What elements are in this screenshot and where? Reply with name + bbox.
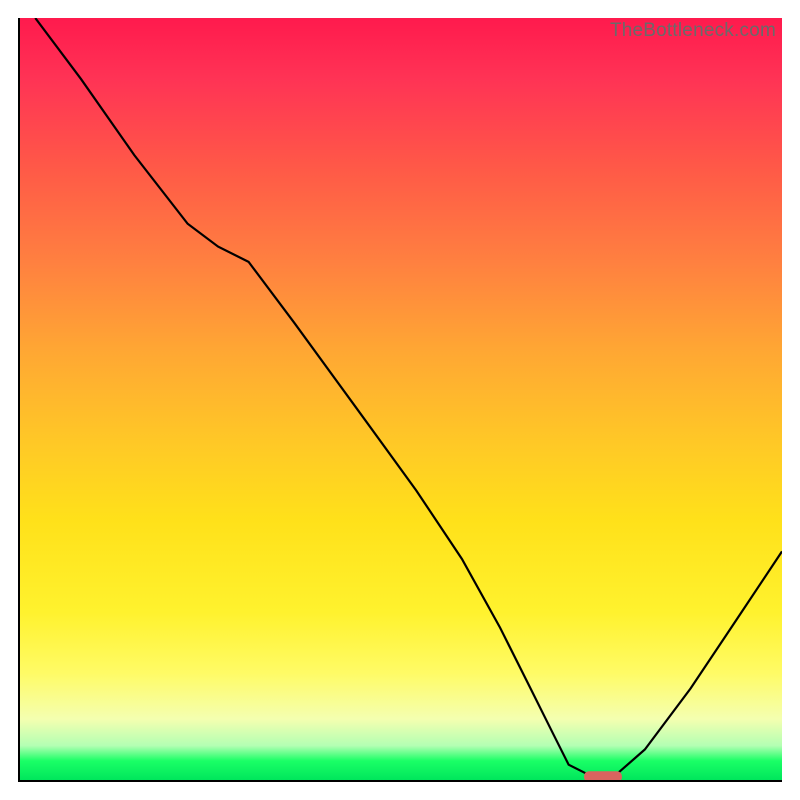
chart-overlay [20, 18, 782, 780]
chart-plot-area: TheBottleneck.com [18, 18, 782, 782]
chart-marker [584, 771, 622, 780]
chart-line [35, 18, 782, 776]
